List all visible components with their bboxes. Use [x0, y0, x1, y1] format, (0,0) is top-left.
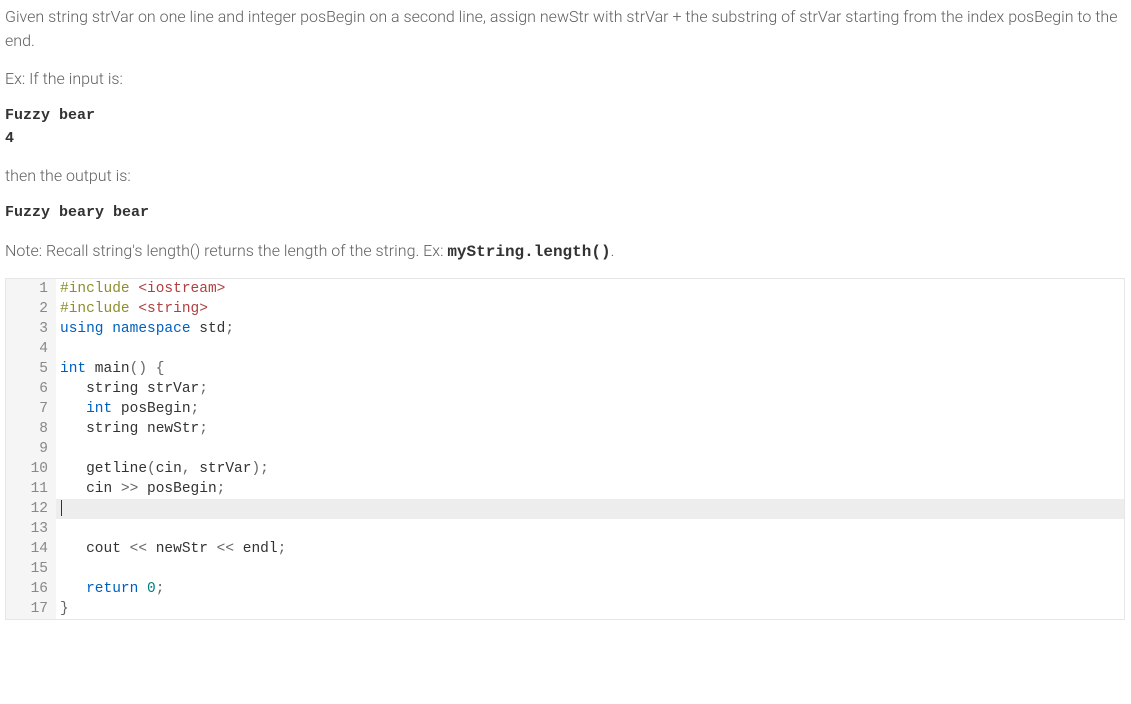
line-number: 10	[6, 459, 56, 479]
example-input-label: Ex: If the input is:	[5, 67, 1125, 91]
example-output-label: then the output is:	[5, 164, 1125, 188]
problem-container: Given string strVar on one line and inte…	[5, 5, 1125, 620]
line-number: 5	[6, 359, 56, 379]
text-cursor	[61, 500, 62, 516]
code-line[interactable]: 1#include <iostream>	[6, 279, 1124, 299]
line-number: 4	[6, 339, 56, 359]
line-content[interactable]	[56, 559, 1124, 579]
line-content[interactable]: string newStr;	[56, 419, 1124, 439]
problem-description: Given string strVar on one line and inte…	[5, 5, 1125, 53]
line-content[interactable]	[56, 499, 1124, 519]
line-number: 12	[6, 499, 56, 519]
example-input-block: Fuzzy bear 4	[5, 105, 1125, 150]
code-line[interactable]: 8 string newStr;	[6, 419, 1124, 439]
line-number: 11	[6, 479, 56, 499]
line-content[interactable]: using namespace std;	[56, 319, 1124, 339]
note-suffix: .	[611, 241, 615, 260]
code-line[interactable]: 10 getline(cin, strVar);	[6, 459, 1124, 479]
line-content[interactable]: return 0;	[56, 579, 1124, 599]
line-content[interactable]: int main() {	[56, 359, 1124, 379]
line-number: 2	[6, 299, 56, 319]
code-line[interactable]: 2#include <string>	[6, 299, 1124, 319]
line-content[interactable]: cin >> posBegin;	[56, 479, 1124, 499]
line-content[interactable]: #include <string>	[56, 299, 1124, 319]
example-input-line2: 4	[5, 130, 14, 147]
example-output-line: Fuzzy beary bear	[5, 204, 149, 221]
line-content[interactable]: }	[56, 599, 1124, 619]
code-line[interactable]: 17}	[6, 599, 1124, 619]
note-code: myString.length()	[447, 243, 610, 261]
code-line[interactable]: 9	[6, 439, 1124, 459]
line-number: 13	[6, 519, 56, 539]
line-number: 8	[6, 419, 56, 439]
code-line[interactable]: 15	[6, 559, 1124, 579]
code-line[interactable]: 5int main() {	[6, 359, 1124, 379]
line-number: 6	[6, 379, 56, 399]
code-line[interactable]: 7 int posBegin;	[6, 399, 1124, 419]
line-number: 17	[6, 599, 56, 619]
example-output-block: Fuzzy beary bear	[5, 202, 1125, 225]
line-content[interactable]: #include <iostream>	[56, 279, 1124, 299]
line-number: 16	[6, 579, 56, 599]
line-content[interactable]	[56, 339, 1124, 359]
code-line[interactable]: 12	[6, 499, 1124, 519]
line-content[interactable]: cout << newStr << endl;	[56, 539, 1124, 559]
line-number: 3	[6, 319, 56, 339]
line-number: 9	[6, 439, 56, 459]
line-content[interactable]	[56, 519, 1124, 539]
code-editor[interactable]: 1#include <iostream>2#include <string>3u…	[5, 278, 1125, 620]
code-line[interactable]: 16 return 0;	[6, 579, 1124, 599]
line-content[interactable]: int posBegin;	[56, 399, 1124, 419]
note-text: Note: Recall string's length() returns t…	[5, 239, 1125, 264]
code-line[interactable]: 13	[6, 519, 1124, 539]
line-content[interactable]	[56, 439, 1124, 459]
note-prefix: Note: Recall string's length() returns t…	[5, 241, 447, 260]
code-line[interactable]: 11 cin >> posBegin;	[6, 479, 1124, 499]
line-number: 7	[6, 399, 56, 419]
line-number: 15	[6, 559, 56, 579]
code-line[interactable]: 3using namespace std;	[6, 319, 1124, 339]
line-content[interactable]: getline(cin, strVar);	[56, 459, 1124, 479]
line-number: 1	[6, 279, 56, 299]
line-number: 14	[6, 539, 56, 559]
example-input-line1: Fuzzy bear	[5, 107, 95, 124]
code-line[interactable]: 4	[6, 339, 1124, 359]
code-line[interactable]: 6 string strVar;	[6, 379, 1124, 399]
code-line[interactable]: 14 cout << newStr << endl;	[6, 539, 1124, 559]
line-content[interactable]: string strVar;	[56, 379, 1124, 399]
